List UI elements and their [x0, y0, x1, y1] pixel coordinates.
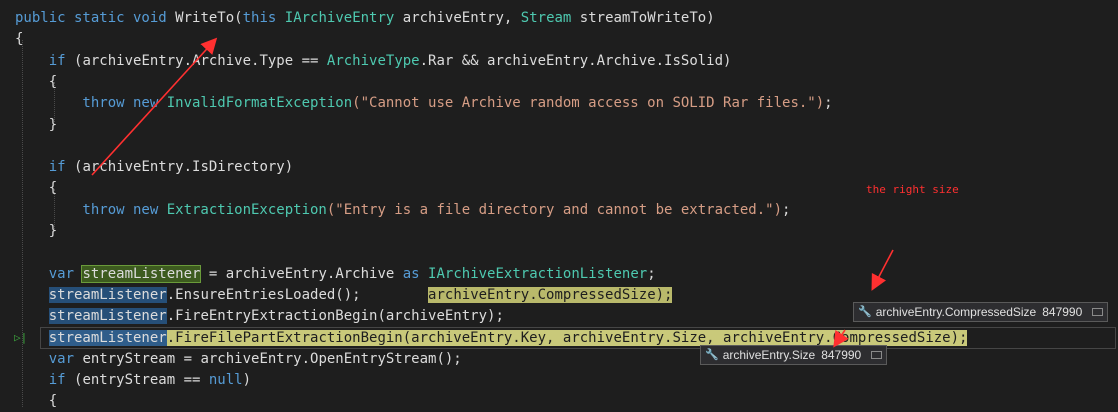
datatip-value[interactable]: 847990 — [821, 345, 861, 365]
code-token: .FireEntryExtractionBegin(archiveEntry); — [166, 308, 504, 325]
code-line[interactable]: { — [0, 72, 1118, 93]
code-text: { — [15, 391, 57, 412]
code-text: if (archiveEntry.Archive.Type == Archive… — [15, 51, 732, 72]
code-line[interactable]: { — [0, 29, 1118, 50]
code-line[interactable]: if (archiveEntry.IsDirectory) — [0, 157, 1118, 178]
annotation-text: the right size — [866, 183, 959, 196]
code-token: entryStream = archiveEntry.OpenEntryStre… — [82, 350, 462, 367]
wrench-icon: 🔧 — [705, 349, 719, 361]
pin-icon[interactable] — [871, 351, 883, 359]
highlighted-token[interactable]: .FireFilePartExtractionBegin(archiveEntr… — [166, 329, 968, 346]
code-text: if (archiveEntry.IsDirectory) — [15, 157, 293, 178]
code-line[interactable] — [0, 136, 1118, 157]
code-token: archiveEntry, — [394, 10, 521, 26]
code-token: ExtractionException — [166, 201, 327, 218]
code-text: var streamListener = archiveEntry.Archiv… — [15, 264, 656, 285]
code-line[interactable]: streamListener.FireFilePartExtractionBeg… — [0, 328, 1118, 349]
code-token: ("Entry is a file directory and cannot b… — [326, 201, 783, 218]
code-token: .Rar && archiveEntry.Archive.IsSolid) — [419, 52, 732, 69]
code-text: { — [15, 178, 57, 199]
code-text: } — [15, 221, 57, 242]
code-line[interactable]: } — [0, 221, 1118, 242]
code-token: as — [402, 265, 429, 282]
highlighted-token[interactable]: streamListener — [48, 329, 167, 346]
highlighted-token[interactable]: archiveEntry.CompressedSize); — [428, 286, 673, 303]
datatip-name: archiveEntry.Size — [722, 348, 816, 362]
code-text: public static void WriteTo(this IArchive… — [15, 8, 715, 29]
code-token: = archiveEntry.Archive — [200, 265, 403, 282]
code-token: streamToWriteTo) — [571, 10, 715, 26]
code-token: { — [15, 31, 24, 48]
code-token: ) — [242, 372, 252, 389]
code-token: ; — [647, 265, 656, 282]
code-token: } — [15, 116, 58, 133]
code-token: ( — [234, 10, 243, 26]
code-token: throw new — [15, 95, 167, 112]
code-text: streamListener.EnsureEntriesLoaded(); ar… — [15, 285, 673, 306]
datatip-value[interactable]: 847990 — [1042, 302, 1082, 322]
code-text: { — [15, 29, 23, 50]
code-token: if — [15, 372, 75, 389]
code-token: var — [15, 265, 83, 282]
code-line[interactable]: var entryStream = archiveEntry.OpenEntry… — [0, 349, 1118, 370]
code-line[interactable]: throw new InvalidFormatException("Cannot… — [0, 93, 1118, 114]
highlighted-token[interactable]: streamListener — [81, 264, 202, 283]
code-token: ArchiveType — [326, 52, 420, 69]
code-line[interactable]: public static void WriteTo(this IArchive… — [0, 8, 1118, 29]
code-line[interactable]: } — [0, 115, 1118, 136]
code-line[interactable]: var streamListener = archiveEntry.Archiv… — [0, 264, 1118, 285]
code-token: null — [208, 372, 243, 389]
code-token: this — [242, 10, 285, 26]
code-token: (archiveEntry.IsDirectory) — [74, 159, 294, 176]
code-editor[interactable]: ▷| public static void WriteTo(this IArch… — [0, 0, 1118, 409]
datatip-name: archiveEntry.CompressedSize — [875, 305, 1037, 319]
code-token: if — [15, 159, 75, 176]
code-token: throw new — [15, 201, 167, 218]
code-text: var entryStream = archiveEntry.OpenEntry… — [15, 349, 462, 370]
code-token: if — [15, 52, 75, 69]
code-token: public static void — [15, 10, 176, 26]
code-line[interactable]: throw new ExtractionException("Entry is … — [0, 200, 1118, 221]
code-line[interactable]: if (archiveEntry.Archive.Type == Archive… — [0, 51, 1118, 72]
code-token: InvalidFormatException — [166, 95, 353, 112]
code-text: if (entryStream == null) — [15, 370, 251, 391]
code-token: IArchiveEntry — [284, 10, 395, 26]
code-token: IArchiveExtractionListener — [428, 265, 648, 282]
code-token: { — [15, 73, 58, 90]
datatip-compressed-size[interactable]: 🔧 archiveEntry.CompressedSize 847990 — [853, 302, 1109, 322]
code-token: Stream — [520, 10, 572, 26]
pin-icon[interactable] — [1092, 308, 1104, 316]
code-token: WriteTo — [175, 10, 235, 26]
code-line[interactable]: { — [0, 391, 1118, 412]
code-line[interactable]: if (entryStream == null) — [0, 370, 1118, 391]
code-line[interactable] — [0, 242, 1118, 263]
code-text: throw new ExtractionException("Entry is … — [15, 200, 790, 221]
code-text: { — [15, 72, 57, 93]
wrench-icon: 🔧 — [858, 306, 872, 318]
code-text: throw new InvalidFormatException("Cannot… — [15, 93, 833, 114]
code-token: (entryStream == — [74, 372, 209, 389]
code-text: streamListener.FireEntryExtractionBegin(… — [15, 306, 504, 327]
code-token: { — [15, 180, 58, 197]
datatip-size[interactable]: 🔧 archiveEntry.Size 847990 — [700, 345, 888, 365]
highlighted-token[interactable]: streamListener — [48, 308, 167, 325]
code-token: } — [15, 223, 58, 239]
code-token: ; — [782, 201, 791, 218]
code-token: .EnsureEntriesLoaded(); — [166, 286, 361, 303]
code-text: } — [15, 115, 57, 136]
code-token: (archiveEntry.Archive.Type == — [74, 52, 327, 69]
code-token: ("Cannot use Archive random access on SO… — [352, 95, 825, 112]
code-token: ; — [824, 95, 833, 112]
code-token: var — [15, 350, 83, 367]
highlighted-token[interactable]: streamListener — [48, 286, 167, 303]
